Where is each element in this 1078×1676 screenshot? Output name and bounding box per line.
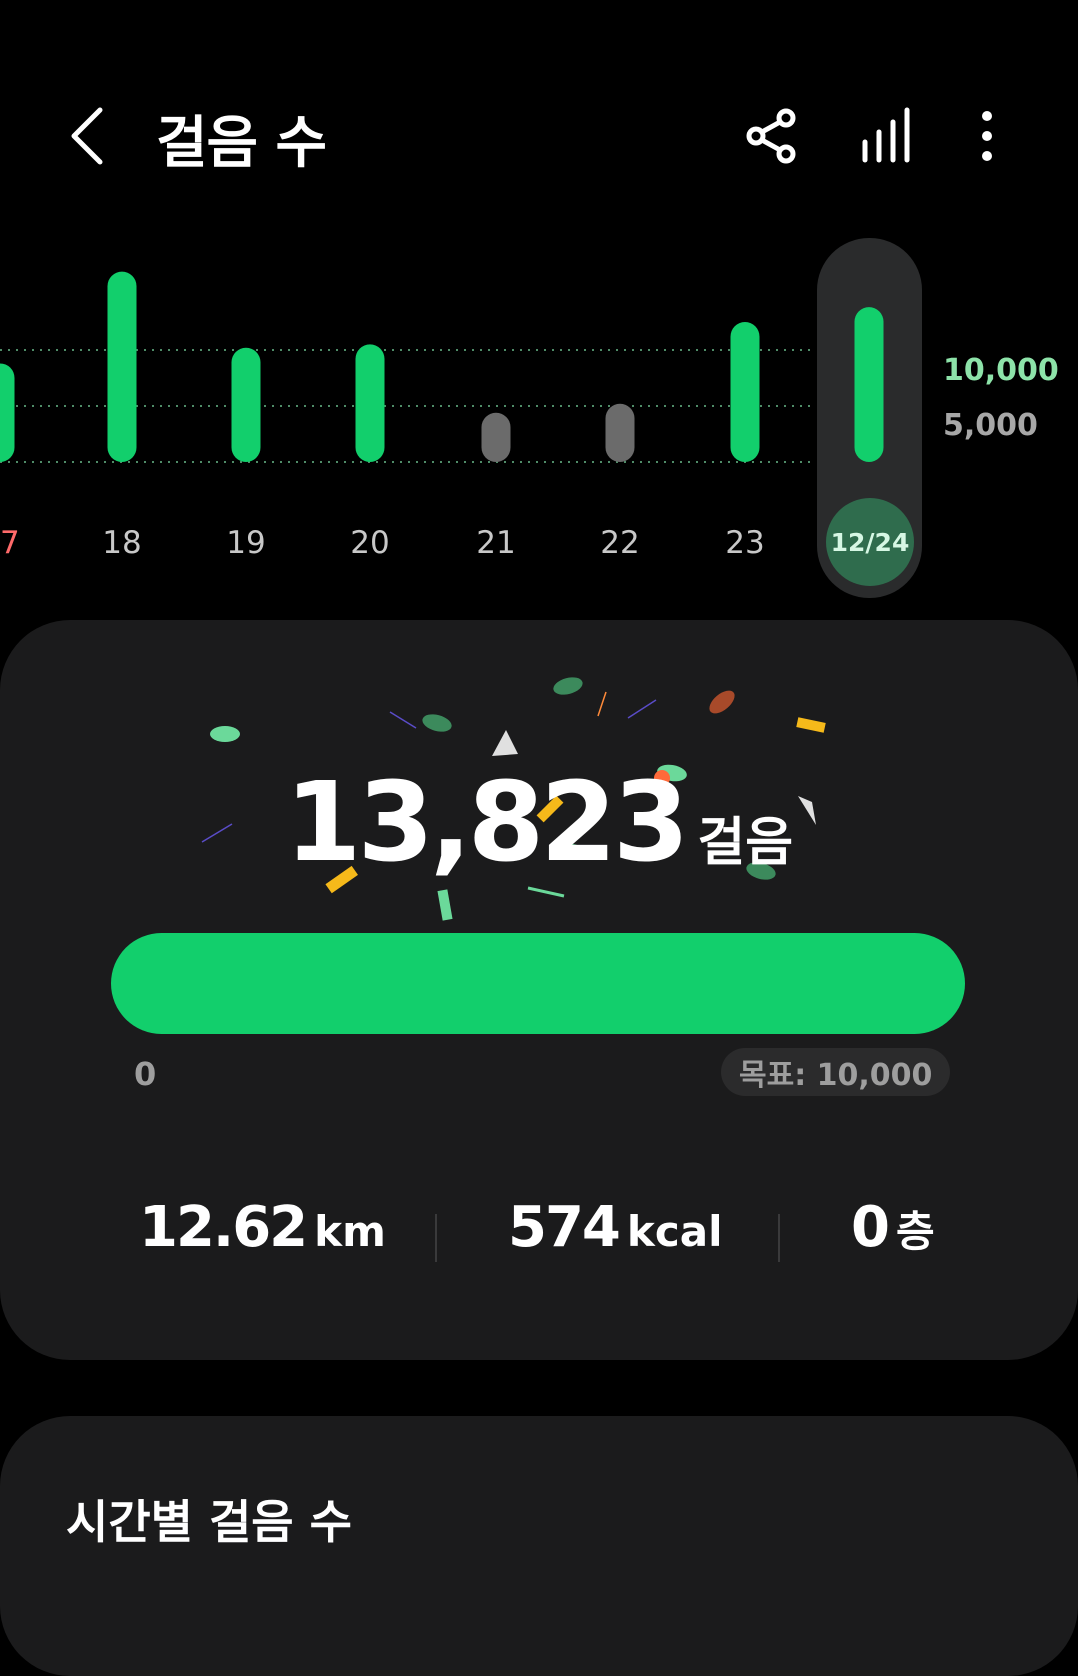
calories-stat: 574 kcal [508,1195,722,1260]
floors-value: 0 [851,1195,890,1260]
top-app-bar: 걸음 수 [0,0,1078,260]
daily-steps-chart[interactable]: 17 18 19 20 21 22 23 12/24 10,000 5,000 [0,230,1078,610]
more-icon [982,111,992,161]
steps-unit: 걸음 [697,813,794,873]
distance-stat: 12.62 km [139,1195,386,1260]
hourly-steps-card[interactable]: 시간별 걸음 수 [0,1416,1078,1676]
y-label-10000: 10,000 [943,353,1059,388]
date-label-17[interactable]: 17 [0,525,20,561]
y-label-5000: 5,000 [943,408,1038,443]
chart-canvas: 17 18 19 20 21 22 23 [0,271,884,561]
bar-21[interactable] [481,412,511,462]
more-options-button[interactable] [955,104,1019,168]
date-label-20[interactable]: 20 [350,525,389,561]
goal-badge[interactable]: 목표: 10,000 [721,1048,951,1096]
bar-19[interactable] [231,347,261,462]
selected-date-badge[interactable]: 12/24 [826,498,914,586]
share-button[interactable] [740,104,804,168]
bar-17[interactable] [0,363,15,462]
floors-stat: 0층 [851,1195,935,1260]
bar-20[interactable] [355,344,385,462]
stat-divider [435,1214,437,1262]
distance-value: 12.62 [139,1195,308,1260]
goal-progress-bar [111,933,965,1034]
daily-summary-card: 13,823 걸음 0 목표: 10,000 12.62 km 574 kcal 0층 [0,620,1078,1360]
trends-button[interactable] [855,104,919,168]
share-icon [746,108,796,164]
steps-count-row: 13,823 걸음 [0,758,1078,886]
stat-divider [778,1214,780,1262]
date-label-22[interactable]: 22 [600,525,639,561]
bar-chart-icon [862,107,910,163]
calories-unit: kcal [626,1207,723,1256]
floors-unit: 층 [895,1207,935,1256]
bar-23[interactable] [730,322,760,462]
calories-value: 574 [508,1195,621,1260]
page-title: 걸음 수 [156,111,327,176]
date-label-23[interactable]: 23 [725,525,764,561]
progress-min-label: 0 [134,1055,157,1093]
date-label-19[interactable]: 19 [226,525,265,561]
distance-unit: km [314,1207,386,1256]
bar-22[interactable] [605,403,635,462]
date-label-21[interactable]: 21 [476,525,515,561]
bar-12/24[interactable] [854,307,884,462]
steps-count: 13,823 [284,758,689,886]
back-icon [71,107,103,165]
hourly-steps-title: 시간별 걸음 수 [66,1495,352,1549]
back-button[interactable] [62,100,114,172]
date-label-18[interactable]: 18 [102,525,141,561]
bar-18[interactable] [107,271,137,462]
